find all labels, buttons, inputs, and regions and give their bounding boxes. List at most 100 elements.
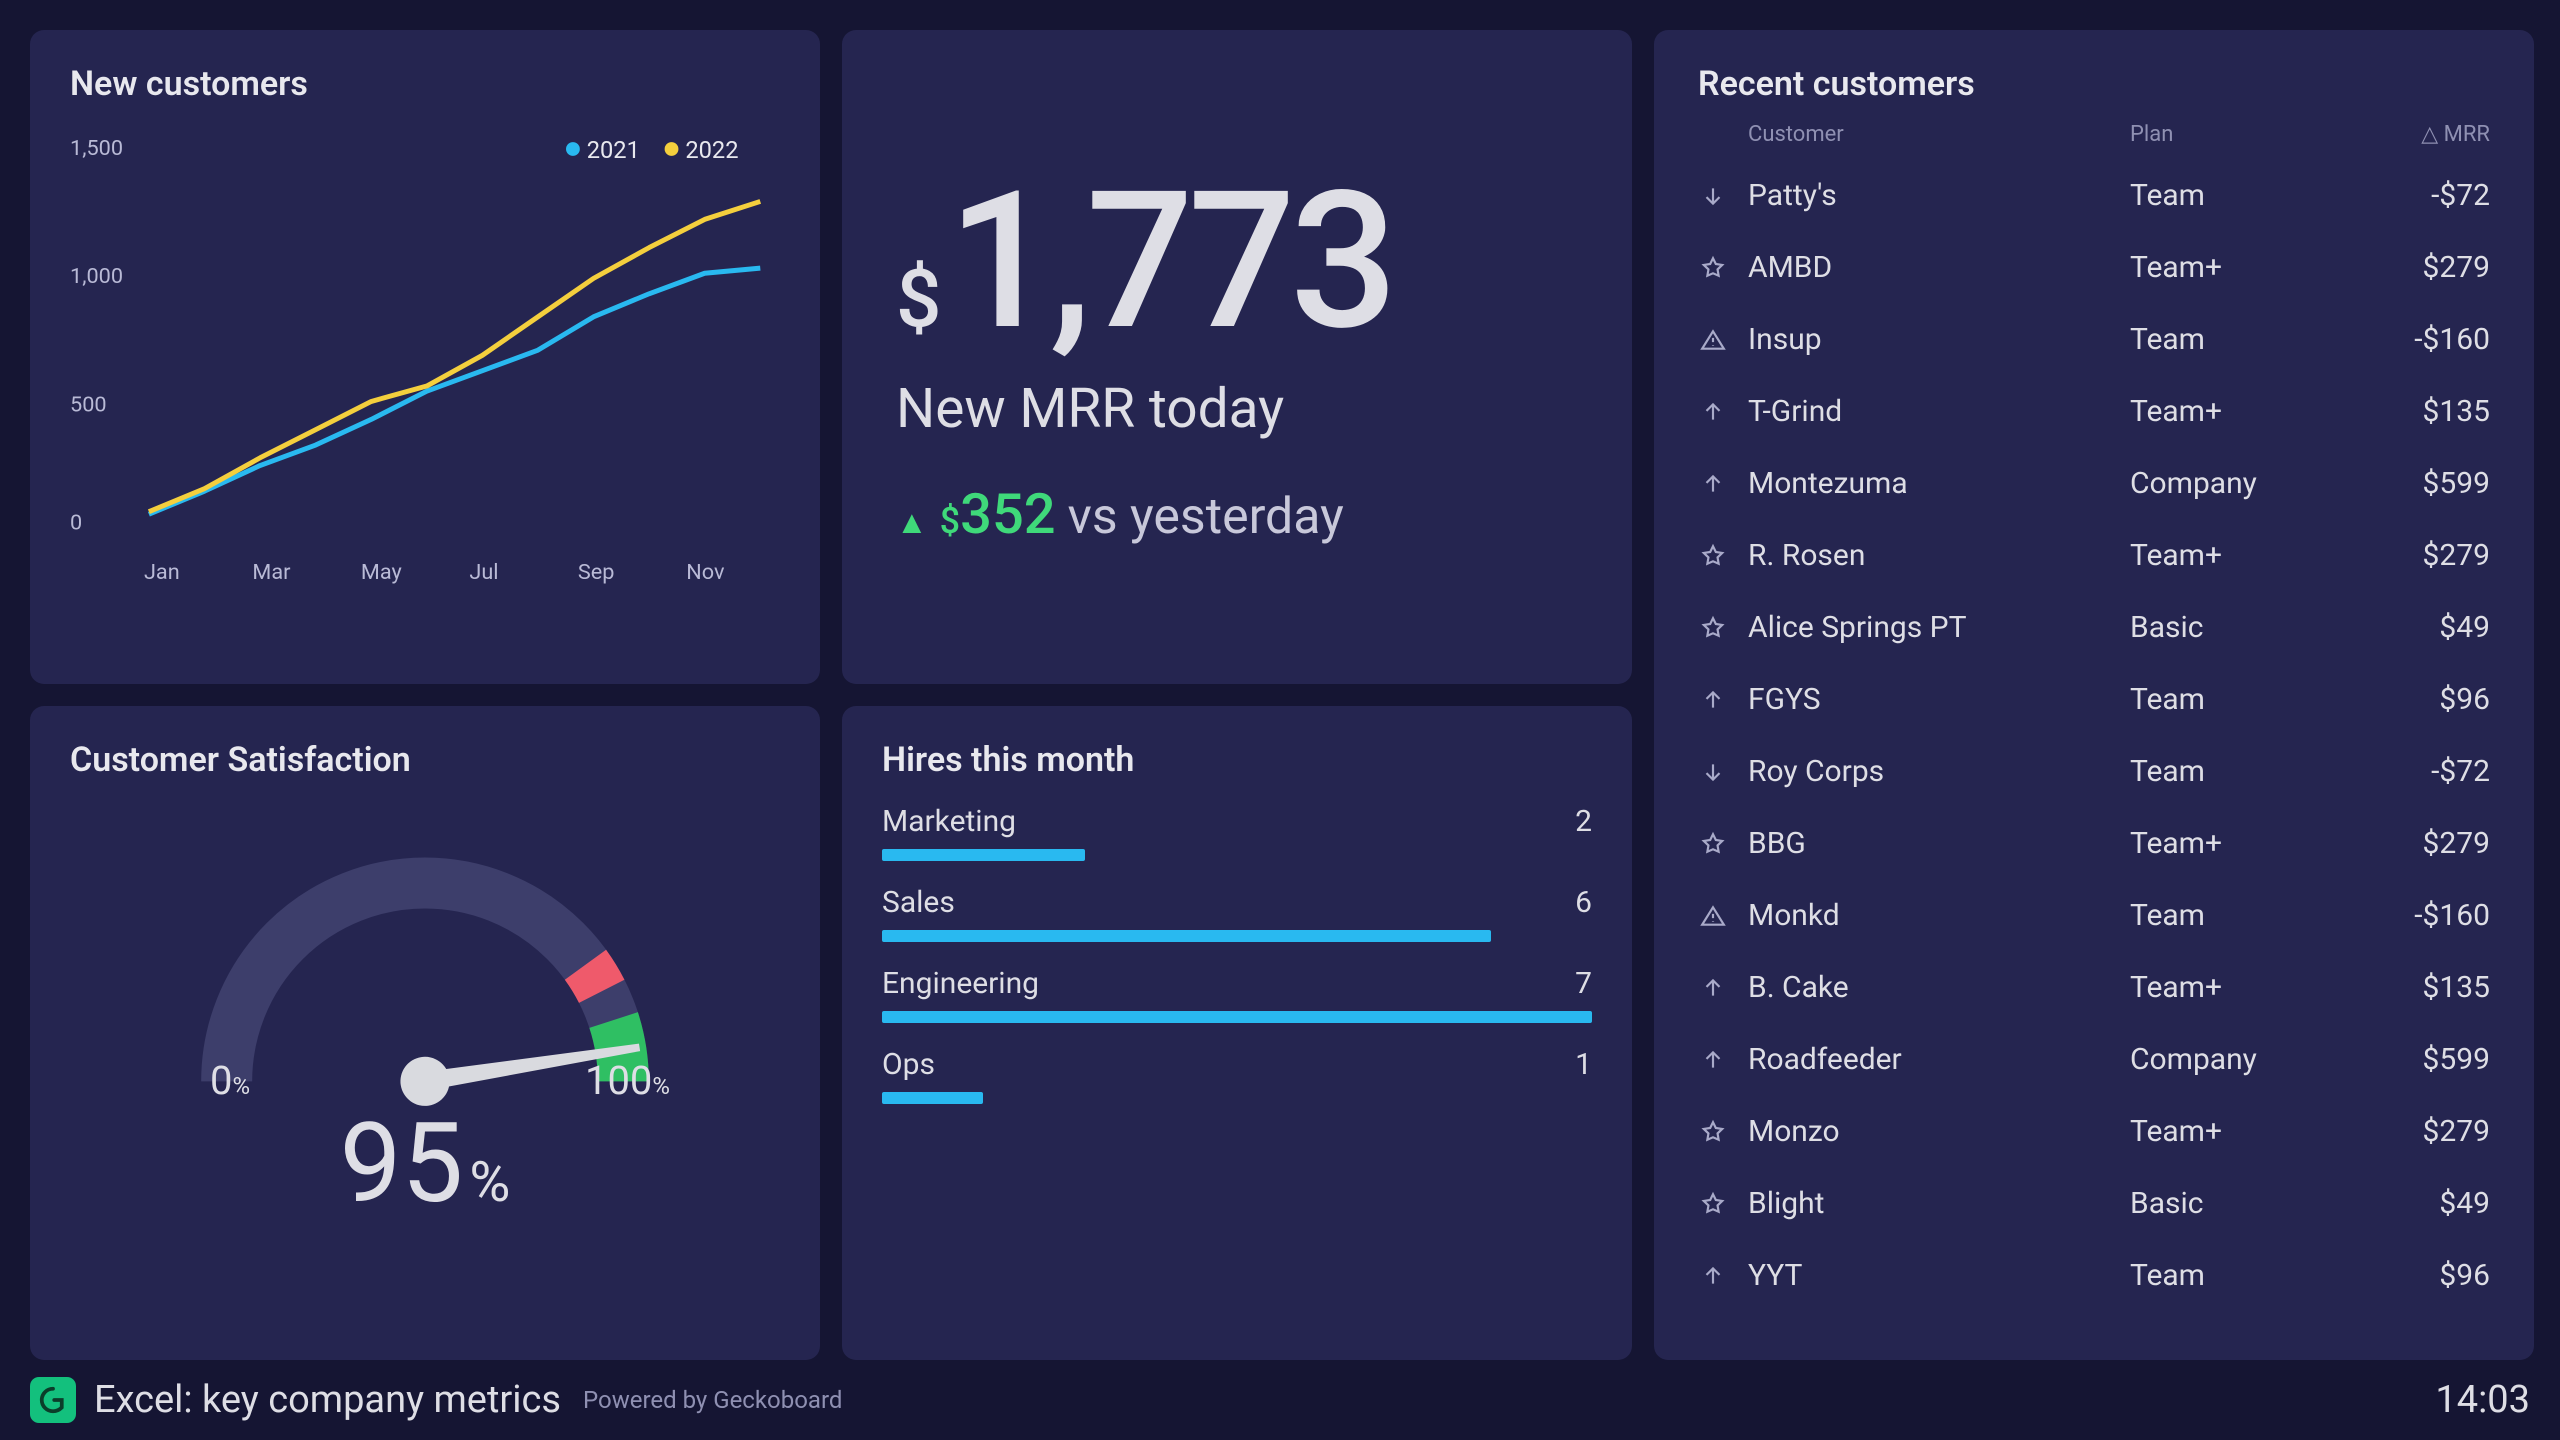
customer-mrr-delta: $135	[2330, 394, 2490, 429]
table-row: MonzoTeam+$279	[1698, 1095, 2490, 1167]
customer-name: Alice Springs PT	[1748, 610, 2130, 645]
customer-mrr-delta: $279	[2330, 538, 2490, 573]
hire-bar	[882, 849, 1085, 861]
mrr-value: 1,773	[947, 167, 1391, 357]
table-row: InsupTeam-$160	[1698, 303, 2490, 375]
customer-plan: Team	[2130, 322, 2330, 357]
customer-mrr-delta: -$160	[2330, 898, 2490, 933]
legend-2022: 2022	[685, 136, 738, 164]
customer-name: Monkd	[1748, 898, 2130, 933]
customer-name: AMBD	[1748, 250, 2130, 285]
svg-text:Nov: Nov	[686, 560, 725, 585]
hire-bar	[882, 1092, 983, 1104]
legend-dot-2022	[665, 142, 679, 156]
table-row: RoadfeederCompany$599	[1698, 1023, 2490, 1095]
hire-label: Ops	[882, 1047, 935, 1082]
new-mrr-card: $ 1,773 New MRR today ▲ $352 vs yesterda…	[842, 30, 1632, 684]
col-plan: Plan	[2130, 122, 2330, 147]
customer-plan: Basic	[2130, 1186, 2330, 1221]
ytick-500: 500	[70, 392, 107, 417]
hire-value: 6	[1575, 885, 1592, 920]
star-icon	[1700, 1119, 1726, 1145]
new-customers-chart: 1,500 1,000 500 0 2021 2022 Jan Mar May …	[70, 122, 780, 602]
customer-plan: Team	[2130, 178, 2330, 213]
customer-name: Insup	[1748, 322, 2130, 357]
hire-value: 1	[1575, 1047, 1592, 1082]
svg-text:Jul: Jul	[469, 560, 498, 585]
table-row: Roy CorpsTeam-$72	[1698, 735, 2490, 807]
customer-plan: Team	[2130, 682, 2330, 717]
col-mrr: △ MRR	[2330, 122, 2490, 147]
mrr-delta-currency: $	[940, 500, 960, 542]
star-icon	[1700, 543, 1726, 569]
series-2021	[149, 268, 760, 514]
table-row: YYTTeam$96	[1698, 1239, 2490, 1311]
customer-name: BBG	[1748, 826, 2130, 861]
customer-name: Montezuma	[1748, 466, 2130, 501]
footer: Excel: key company metrics Powered by Ge…	[30, 1368, 2530, 1432]
table-row: BlightBasic$49	[1698, 1167, 2490, 1239]
hire-label: Sales	[882, 885, 955, 920]
customer-plan: Company	[2130, 1042, 2330, 1077]
customer-name: Roy Corps	[1748, 754, 2130, 789]
table-row: FGYSTeam$96	[1698, 663, 2490, 735]
ytick-1500: 1,500	[70, 136, 123, 161]
mrr-delta-value: 352	[960, 481, 1055, 547]
customer-mrr-delta: $279	[2330, 250, 2490, 285]
hire-row: Marketing 2	[882, 804, 1592, 861]
hire-label: Engineering	[882, 966, 1039, 1001]
hire-row: Ops 1	[882, 1047, 1592, 1104]
table-row: Alice Springs PTBasic$49	[1698, 591, 2490, 663]
hire-row: Sales 6	[882, 885, 1592, 942]
customer-mrr-delta: -$72	[2330, 178, 2490, 213]
star-icon	[1700, 615, 1726, 641]
new-customers-title: New customers	[70, 64, 780, 104]
customer-name: R. Rosen	[1748, 538, 2130, 573]
customer-plan: Team+	[2130, 394, 2330, 429]
gauge-max: 100%	[585, 1057, 670, 1104]
gauge-zone-red	[585, 965, 601, 992]
star-icon	[1700, 831, 1726, 857]
hires-card: Hires this month Marketing2Sales6Enginee…	[842, 706, 1632, 1360]
arrow-up-icon	[1700, 1263, 1726, 1289]
warning-icon	[1700, 327, 1726, 353]
svg-text:Jan: Jan	[144, 560, 180, 585]
gauge-min: 0%	[210, 1057, 250, 1104]
customer-mrr-delta: $96	[2330, 1258, 2490, 1293]
customer-name: T-Grind	[1748, 394, 2130, 429]
customer-name: B. Cake	[1748, 970, 2130, 1005]
customer-plan: Team+	[2130, 1114, 2330, 1149]
customer-mrr-delta: $49	[2330, 1186, 2490, 1221]
customer-satisfaction-card: Customer Satisfaction 0% 1	[30, 706, 820, 1360]
table-row: B. CakeTeam+$135	[1698, 951, 2490, 1023]
arrow-up-icon	[1700, 687, 1726, 713]
arrow-up-icon	[1700, 399, 1726, 425]
ytick-0: 0	[70, 511, 82, 536]
mrr-label: New MRR today	[896, 377, 1284, 441]
table-row: T-GrindTeam+$135	[1698, 375, 2490, 447]
legend-dot-2021	[566, 142, 580, 156]
customer-plan: Team	[2130, 1258, 2330, 1293]
clock: 14:03	[2435, 1378, 2530, 1422]
mrr-delta-suffix: vs yesterday	[1068, 488, 1344, 546]
trend-up-icon: ▲	[896, 503, 928, 541]
hire-label: Marketing	[882, 804, 1016, 839]
table-row: MonkdTeam-$160	[1698, 879, 2490, 951]
table-row: R. RosenTeam+$279	[1698, 519, 2490, 591]
customer-name: FGYS	[1748, 682, 2130, 717]
customer-plan: Team	[2130, 898, 2330, 933]
customer-name: Monzo	[1748, 1114, 2130, 1149]
recent-customers-card: Recent customers Customer Plan △ MRR Pat…	[1654, 30, 2534, 1360]
hire-value: 7	[1575, 966, 1592, 1001]
hire-value: 2	[1575, 804, 1592, 839]
geckoboard-logo-icon	[30, 1377, 76, 1423]
customer-plan: Company	[2130, 466, 2330, 501]
customer-mrr-delta: -$72	[2330, 754, 2490, 789]
arrow-up-icon	[1700, 1047, 1726, 1073]
customer-mrr-delta: $135	[2330, 970, 2490, 1005]
customer-name: Blight	[1748, 1186, 2130, 1221]
customer-mrr-delta: $279	[2330, 1114, 2490, 1149]
customer-mrr-delta: $599	[2330, 1042, 2490, 1077]
customer-mrr-delta: $96	[2330, 682, 2490, 717]
svg-text:Sep: Sep	[578, 560, 615, 585]
